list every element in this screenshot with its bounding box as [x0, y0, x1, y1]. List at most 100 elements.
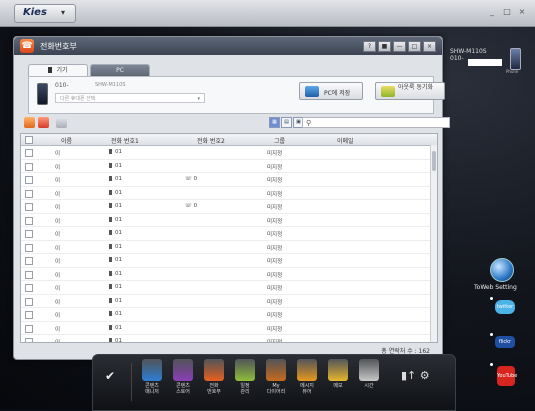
- youtube-icon[interactable]: YouTube: [497, 366, 517, 386]
- maximize-button[interactable]: □: [408, 41, 421, 52]
- row-checkbox[interactable]: [25, 311, 33, 319]
- mobile-phone-icon: [109, 149, 112, 154]
- contact-phone1-value: 01: [115, 284, 122, 290]
- delete-contact-icon[interactable]: [38, 117, 49, 128]
- dock-item-diary[interactable]: My 다이어리: [261, 359, 291, 395]
- detail-view-button[interactable]: ▤: [281, 117, 292, 128]
- globe-icon[interactable]: [490, 258, 514, 282]
- close-button[interactable]: ×: [517, 7, 527, 16]
- contact-phone1: 01: [109, 203, 122, 209]
- dock-item-label: 전화 번호부: [207, 383, 221, 395]
- dock-item-message-viewer[interactable]: 메시지 뷰어: [292, 359, 322, 395]
- row-checkbox[interactable]: [25, 176, 33, 184]
- dock-item-label: 메시지 뷰어: [300, 383, 314, 395]
- dock-item-content-store[interactable]: 콘텐츠 스토어: [168, 359, 198, 395]
- row-checkbox[interactable]: [25, 216, 33, 225]
- mobile-phone-icon: [109, 176, 112, 181]
- contact-group: 미지정: [267, 191, 283, 198]
- other-phone-select[interactable]: 다른 휴대폰 선택 ▾: [55, 93, 205, 103]
- table-row[interactable]: 이 01 미지정: [21, 187, 431, 200]
- table-row[interactable]: 이 01 미지정: [21, 227, 431, 241]
- checkmark-icon[interactable]: ✔: [105, 369, 115, 383]
- column-header-email[interactable]: 이메일: [337, 136, 354, 145]
- table-row[interactable]: 이 01 미지정: [21, 335, 431, 342]
- table-row[interactable]: 이 01 ☏ 0 미지정: [21, 200, 431, 214]
- contact-phone1-value: 01: [115, 189, 122, 196]
- column-header-name[interactable]: 이름: [61, 136, 72, 145]
- row-checkbox[interactable]: [25, 203, 33, 211]
- contact-phone1: 01: [109, 297, 122, 304]
- redacted-number-mask: [468, 59, 502, 66]
- widget-bullet: [490, 363, 493, 366]
- select-all-checkbox[interactable]: [25, 136, 33, 144]
- dock-item-calendar[interactable]: 일정 관리: [230, 359, 260, 395]
- contact-phone2: ☏ 0: [185, 203, 197, 209]
- minimize-button[interactable]: _: [487, 7, 497, 16]
- maximize-button[interactable]: □: [502, 7, 512, 16]
- settings-gear-icon[interactable]: ▮↑ ⚙: [401, 369, 430, 382]
- contact-name: 이: [55, 232, 61, 238]
- table-row[interactable]: 이 01 ☏ 0 미지정: [21, 173, 431, 187]
- contact-group: 미지정: [267, 178, 283, 184]
- minimize-button[interactable]: —: [393, 41, 406, 52]
- add-contact-icon[interactable]: [24, 117, 35, 128]
- row-checkbox[interactable]: [25, 338, 33, 342]
- row-checkbox[interactable]: [25, 189, 33, 198]
- column-header-phone2[interactable]: 전화 번호2: [197, 136, 225, 145]
- row-checkbox[interactable]: [25, 297, 33, 306]
- dock-item-phonebook[interactable]: 전화 번호부: [199, 359, 229, 395]
- dock-item-memo[interactable]: 메모: [323, 359, 353, 389]
- mobile-phone-icon: [109, 284, 112, 289]
- row-checkbox[interactable]: [25, 257, 33, 265]
- twitter-icon[interactable]: twitter: [495, 300, 515, 314]
- contact-phone1-value: 01: [115, 324, 122, 331]
- contact-phone1: 01: [109, 216, 122, 223]
- row-checkbox[interactable]: [25, 162, 33, 171]
- column-header-group[interactable]: 그룹: [274, 136, 285, 145]
- device-model: SHW-M110S: [95, 82, 126, 88]
- contact-name: 이: [55, 205, 61, 211]
- kies-menu-button[interactable]: Kies ▾: [14, 4, 76, 23]
- table-row[interactable]: 이 01 미지정: [21, 146, 431, 160]
- row-checkbox[interactable]: [25, 324, 33, 333]
- contact-phone2-value: 0: [193, 203, 198, 209]
- flickr-icon[interactable]: flickr: [495, 336, 515, 348]
- table-row[interactable]: 이 01 미지정: [21, 214, 431, 227]
- phonebook-window: ☎ 전화번호부 ? ■ — □ × 기기 PC 010- SHW-M110S 다…: [13, 36, 450, 360]
- table-row[interactable]: 이 01 미지정: [21, 254, 431, 268]
- list-view-button[interactable]: ▦: [269, 117, 280, 128]
- connected-device-info[interactable]: SHW-M110S 010- Phone: [450, 48, 530, 74]
- table-row[interactable]: 이 01 미지정: [21, 322, 431, 335]
- toweb-setting-label[interactable]: ToWeb Setting: [474, 284, 517, 291]
- contact-name: 이: [55, 151, 61, 157]
- mobile-phone-icon: [109, 203, 112, 208]
- row-checkbox[interactable]: [25, 149, 33, 157]
- dock-item-clock[interactable]: 시간: [354, 359, 384, 389]
- column-header-phone1[interactable]: 전화 번호1: [111, 136, 139, 145]
- table-row[interactable]: 이 01 미지정: [21, 268, 431, 281]
- table-row[interactable]: 이 01 미지정: [21, 281, 431, 295]
- search-input[interactable]: ⚲: [302, 117, 450, 128]
- settings-button[interactable]: ■: [378, 41, 391, 52]
- contact-phone1-value: 01: [115, 149, 122, 155]
- phonebook-title-bar[interactable]: ☎ 전화번호부 ? ■ — □ ×: [14, 37, 442, 55]
- table-row[interactable]: 이 01 미지정: [21, 308, 431, 322]
- scrollbar-thumb[interactable]: [432, 151, 436, 171]
- table-row[interactable]: 이 01 미지정: [21, 295, 431, 308]
- row-checkbox[interactable]: [25, 284, 33, 292]
- outlook-sync-button[interactable]: 아웃룩 동기화: [375, 82, 445, 100]
- contact-group: 미지정: [267, 205, 283, 211]
- help-button[interactable]: ?: [363, 41, 376, 52]
- row-checkbox[interactable]: [25, 243, 33, 252]
- table-scrollbar[interactable]: [430, 145, 437, 342]
- memo-icon: [328, 359, 348, 381]
- save-to-pc-button[interactable]: PC에 저장: [299, 82, 363, 100]
- contact-group: 미지정: [267, 299, 283, 306]
- close-button[interactable]: ×: [423, 41, 436, 52]
- copy-contact-icon[interactable]: [56, 117, 67, 128]
- table-row[interactable]: 이 01 미지정: [21, 160, 431, 173]
- row-checkbox[interactable]: [25, 230, 33, 238]
- dock-item-content-manager[interactable]: 콘텐츠 매니저: [137, 359, 167, 395]
- table-row[interactable]: 이 01 미지정: [21, 241, 431, 254]
- row-checkbox[interactable]: [25, 270, 33, 279]
